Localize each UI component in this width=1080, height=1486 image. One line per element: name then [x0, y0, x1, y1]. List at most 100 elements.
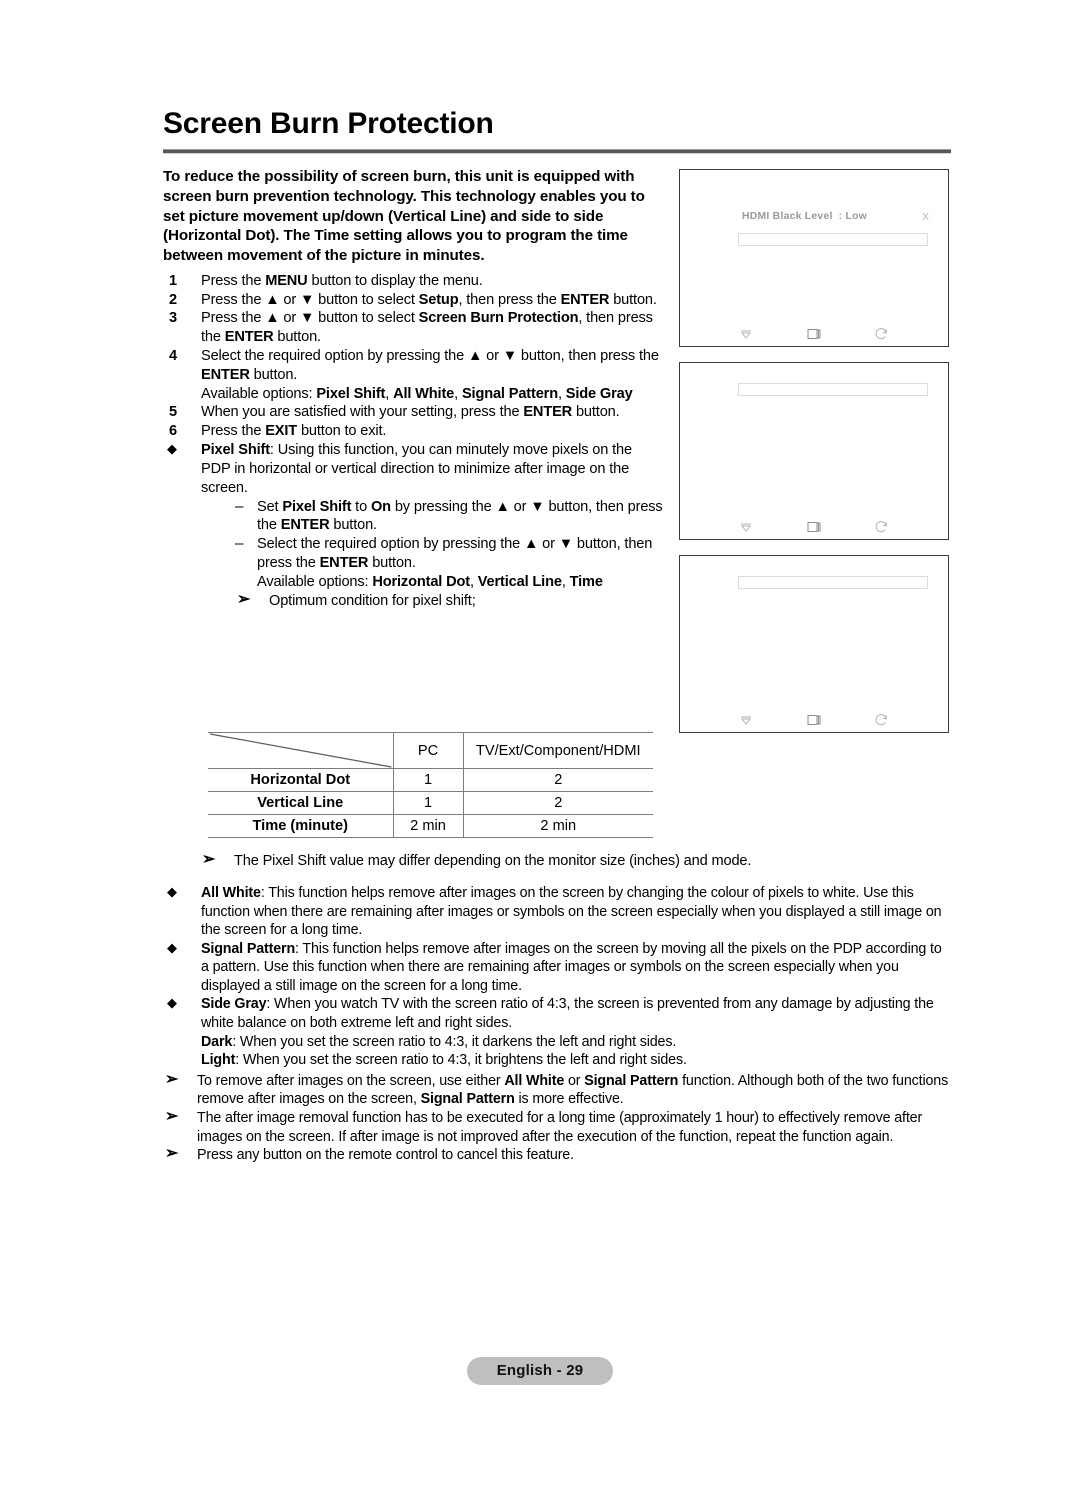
- pixel-shift-sub-text: Select the required option by pressing t…: [257, 536, 653, 571]
- pixel-shift-sub-item: – Set Pixel Shift to On by pressing the ▲…: [235, 498, 663, 536]
- feature-item: ◆ Signal Pattern: This function helps rem…: [163, 940, 953, 996]
- numbered-steps-list: 1 Press the MENU button to display the me…: [163, 272, 663, 441]
- title-divider: [163, 148, 951, 154]
- table-cell-pc: 2 min: [393, 814, 464, 838]
- table-cell-pc: 1: [393, 768, 464, 792]
- dash-bullet-icon: –: [235, 535, 244, 553]
- dash-bullet-icon: –: [235, 497, 244, 515]
- pixel-shift-item: ◆ Pixel Shift: Using this function, you c…: [163, 441, 663, 610]
- return-icon: [874, 713, 890, 727]
- page-footer: English - 29: [0, 1357, 1080, 1385]
- return-icon: [874, 327, 890, 341]
- page-header: Screen Burn Protection: [163, 108, 951, 154]
- table-row-label: Time (minute): [208, 814, 394, 838]
- features-list: ◆ All White: This function helps remove a…: [163, 884, 953, 1070]
- step-item: 6 Press the EXIT button to exit.: [163, 422, 663, 441]
- table-row-label: Vertical Line: [208, 791, 394, 815]
- document-page: Screen Burn Protection To reduce the pos…: [0, 0, 1080, 1486]
- menu-screenshot: [679, 555, 949, 733]
- main-content-column: To reduce the possibility of screen burn…: [163, 167, 663, 610]
- table-body: Horizontal Dot 1 2 Vertical Line 1 2 Time (min…: [208, 768, 653, 838]
- move-down-icon: [738, 713, 754, 727]
- pixel-shift-text: Pixel Shift: Using this function, you ca…: [201, 442, 632, 496]
- note-item: ➢ The after image removal function has to…: [163, 1107, 953, 1146]
- table-header-row: PC TV/Ext/Component/HDMI: [208, 732, 653, 769]
- menu-screenshot: HDMI Black Level: Low X: [679, 169, 949, 347]
- step-text: Press the MENU button to display the men…: [201, 272, 483, 289]
- menu-value-bar[interactable]: [738, 383, 928, 396]
- page-title: Screen Burn Protection: [163, 107, 494, 140]
- menu-screenshots: HDMI Black Level: Low X: [679, 169, 949, 748]
- diamond-bullet-icon: ◆: [167, 441, 177, 457]
- note-text: The after image removal function has to …: [197, 1109, 923, 1145]
- pixel-shift-sub-item: – Select the required option by pressing …: [235, 535, 663, 573]
- table-row-label: Horizontal Dot: [208, 768, 394, 792]
- diamond-bullet-icon: ◆: [167, 995, 177, 1011]
- step-number: 2: [169, 291, 177, 308]
- note-text: To remove after images on the screen, us…: [197, 1072, 949, 1108]
- pixel-shift-table-wrap: PC TV/Ext/Component/HDMI Horizontal Dot 1…: [208, 732, 653, 838]
- menu-footer-icons: [680, 520, 948, 534]
- notes-list: ➢ To remove after images on the screen, u…: [163, 1070, 953, 1165]
- table-cell-pc: 1: [393, 791, 464, 815]
- note-item: ➢ To remove after images on the screen, u…: [163, 1070, 953, 1109]
- move-down-icon: [738, 327, 754, 341]
- step-number: 3: [169, 310, 177, 327]
- table-corner-cell: [208, 732, 394, 769]
- move-down-icon: [738, 520, 754, 534]
- menu-value-bar[interactable]: [738, 576, 928, 589]
- table-cell-tv: 2 min: [463, 814, 653, 838]
- page-number-badge: English - 29: [466, 1357, 614, 1385]
- step-item: 2 Press the ▲ or ▼ button to select Setup…: [163, 291, 663, 310]
- diagonal-line-icon: [209, 733, 392, 768]
- diamond-bullet-icon: ◆: [167, 939, 177, 955]
- table-row: Horizontal Dot 1 2: [208, 768, 653, 792]
- close-icon[interactable]: X: [922, 211, 929, 223]
- arrow-bullet-icon: ➢: [237, 590, 251, 608]
- feature-text: Signal Pattern: This function helps remo…: [201, 940, 942, 994]
- step-number: 4: [169, 348, 177, 364]
- step-number: 5: [169, 404, 177, 421]
- step-item: 5 When you are satisfied with your settin…: [163, 403, 663, 422]
- arrow-bullet-icon: ➢: [165, 1145, 179, 1163]
- feature-item: ◆ Side Gray: When you watch TV with the s…: [163, 995, 953, 1069]
- pixel-shift-available-options: Available options: Horizontal Dot, Verti…: [257, 573, 603, 590]
- table-row: Time (minute) 2 min 2 min: [208, 814, 653, 838]
- arrow-bullet-icon: ➢: [202, 851, 216, 868]
- arrow-bullet-icon: ➢: [165, 1107, 179, 1125]
- table-cell-tv: 2: [463, 791, 653, 815]
- optimum-condition-text: Optimum condition for pixel shift;: [269, 592, 476, 609]
- pixel-shift-sub-list: – Set Pixel Shift to On by pressing the ▲…: [201, 498, 663, 573]
- step-text: Select the required option by pressing t…: [201, 348, 659, 402]
- table-cell-tv: 2: [463, 768, 653, 792]
- note-text: Press any button on the remote control t…: [197, 1147, 574, 1164]
- return-icon: [874, 520, 890, 534]
- step-text: When you are satisfied with your setting…: [201, 404, 620, 421]
- pixel-shift-bullet-list: ◆ Pixel Shift: Using this function, you c…: [163, 441, 663, 610]
- menu-item-label: HDMI Black Level: Low: [742, 211, 867, 222]
- table-col-tv: TV/Ext/Component/HDMI: [463, 732, 653, 769]
- step-item: 3 Press the ▲ or ▼ button to select Scree…: [163, 309, 663, 347]
- step-number: 1: [169, 272, 177, 289]
- enter-icon: [806, 327, 822, 341]
- table-after-note: ➢ The Pixel Shift value may differ depen…: [200, 851, 960, 871]
- step-item: 1 Press the MENU button to display the me…: [163, 272, 663, 291]
- intro-paragraph: To reduce the possibility of screen burn…: [163, 168, 645, 264]
- note-item: ➢ Press any button on the remote control …: [163, 1145, 953, 1165]
- step-text: Press the ▲ or ▼ button to select Setup,…: [201, 291, 657, 308]
- enter-icon: [806, 520, 822, 534]
- step-text: Press the ▲ or ▼ button to select Screen…: [201, 310, 653, 346]
- step-text: Press the EXIT button to exit.: [201, 423, 387, 440]
- menu-value-bar[interactable]: [738, 233, 928, 246]
- step-item: 4 Select the required option by pressing …: [163, 347, 663, 403]
- step-number: 6: [169, 423, 177, 440]
- menu-screenshot: [679, 362, 949, 540]
- menu-footer-icons: [680, 713, 948, 727]
- features-and-notes: ◆ All White: This function helps remove a…: [163, 884, 953, 1165]
- arrow-bullet-icon: ➢: [165, 1070, 179, 1088]
- table-row: Vertical Line 1 2: [208, 791, 653, 815]
- menu-footer-icons: [680, 327, 948, 341]
- table-col-pc: PC: [393, 732, 464, 769]
- feature-text: All White: This function helps remove af…: [201, 885, 942, 939]
- optimum-condition-note: ➢ Optimum condition for pixel shift;: [235, 590, 663, 611]
